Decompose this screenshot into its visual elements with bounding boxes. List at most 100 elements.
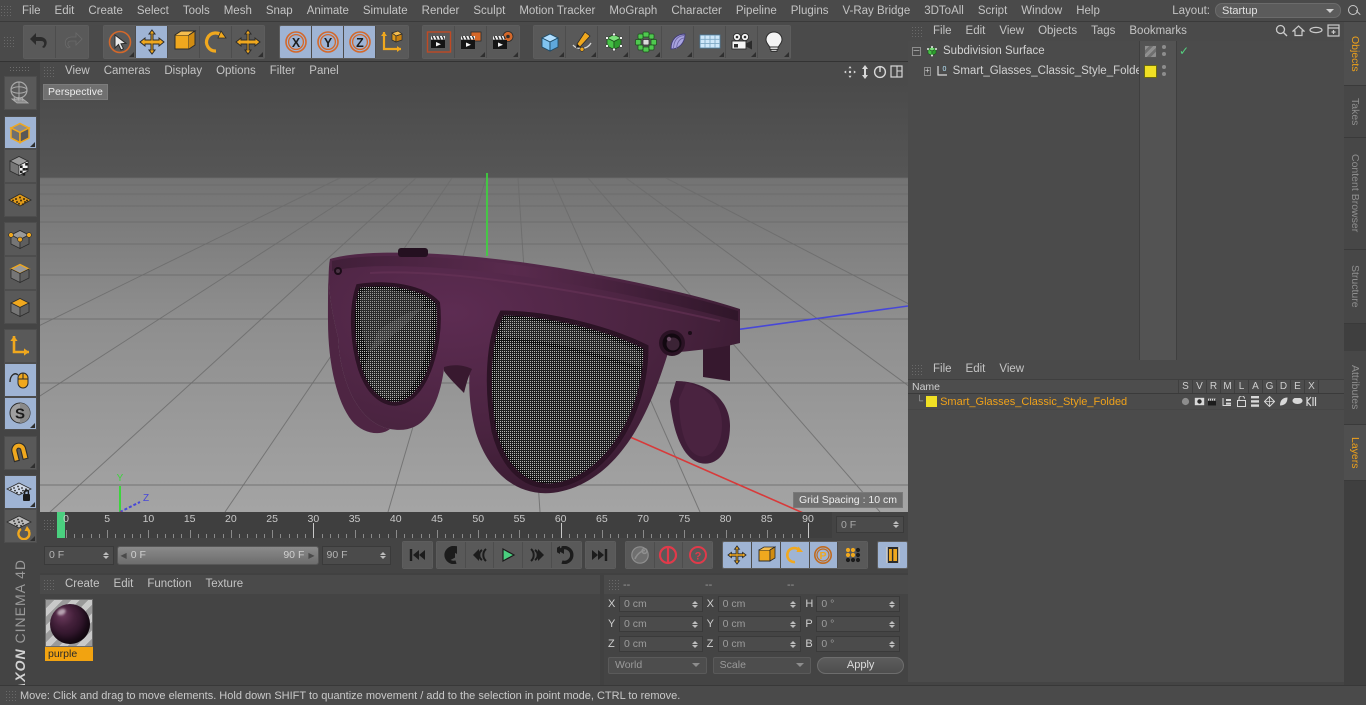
position-x-input[interactable]: 0 cm — [619, 596, 703, 612]
viewport-menu-panel[interactable]: Panel — [302, 62, 345, 81]
coordinates-grip[interactable] — [608, 579, 619, 590]
tab-takes[interactable]: Takes — [1344, 86, 1366, 138]
menu-pipeline[interactable]: Pipeline — [729, 0, 784, 22]
home-icon[interactable] — [1291, 24, 1306, 40]
menubar-grip[interactable] — [0, 5, 11, 16]
status-bar-grip[interactable] — [5, 690, 16, 701]
menu-plugins[interactable]: Plugins — [784, 0, 836, 22]
material-preview-swatch[interactable] — [45, 599, 93, 647]
go-to-start-button[interactable] — [403, 542, 432, 568]
phong-tag-icon[interactable] — [1144, 45, 1157, 58]
menu-animate[interactable]: Animate — [300, 0, 356, 22]
menu-tools[interactable]: Tools — [176, 0, 217, 22]
edges-mode-button[interactable] — [3, 256, 37, 290]
move-vertical-icon[interactable] — [860, 64, 870, 79]
menu-select[interactable]: Select — [130, 0, 176, 22]
scale-tool[interactable] — [168, 25, 200, 58]
spinner-icon[interactable] — [889, 620, 896, 628]
undo-button[interactable] — [24, 25, 56, 58]
layer-animation-toggle[interactable] — [1248, 396, 1262, 407]
layer-expression-toggle[interactable] — [1290, 397, 1304, 406]
spinner-icon[interactable] — [380, 551, 387, 559]
rotation-p-input[interactable]: 0 ° — [816, 616, 901, 632]
enable-axis-modification-button[interactable] — [3, 362, 37, 397]
lock-y-axis[interactable]: Y — [312, 25, 344, 58]
size-x-input[interactable]: 0 cm — [717, 596, 802, 612]
next-key-button[interactable] — [523, 542, 553, 568]
layer-manager-toggle[interactable] — [1220, 397, 1234, 407]
autokeying-button[interactable] — [654, 542, 684, 568]
layer-name-cell[interactable]: └ Smart_Glasses_Classic_Style_Folded — [908, 396, 1178, 408]
col-v[interactable]: V — [1192, 380, 1206, 393]
viewport-menu-filter[interactable]: Filter — [263, 62, 303, 81]
col-d[interactable]: D — [1276, 380, 1290, 393]
layer-lock-toggle[interactable] — [1234, 396, 1248, 407]
soft-selection-button[interactable]: S — [3, 396, 37, 431]
tab-objects[interactable]: Objects — [1344, 22, 1366, 86]
position-key-button[interactable] — [723, 542, 752, 568]
range-right-arrow-icon[interactable]: ▶ — [308, 551, 314, 560]
material-name[interactable]: purple — [45, 647, 93, 661]
viewport-menu-cameras[interactable]: Cameras — [97, 62, 158, 81]
menu-mesh[interactable]: Mesh — [217, 0, 259, 22]
ellipse-icon[interactable] — [1309, 25, 1323, 38]
render-to-picture-viewer-button[interactable] — [455, 25, 487, 58]
texture-mode-button[interactable] — [3, 149, 37, 184]
size-z-input[interactable]: 0 cm — [717, 636, 802, 652]
timeline-ruler[interactable]: 0 5 10 15 20 25 30 35 40 45 50 55 60 65 70 75 80 85 90 — [57, 512, 832, 538]
menu-character[interactable]: Character — [664, 0, 729, 22]
keyframe-selection-button[interactable]: ? — [683, 542, 713, 568]
point-level-animation-button[interactable] — [838, 542, 868, 568]
object-tree[interactable]: ─ Subdivision Surface + 0 Smart_Glasses_… — [908, 41, 1344, 360]
add-camera-button[interactable] — [726, 25, 758, 58]
add-generator-button[interactable] — [598, 25, 630, 58]
parameter-key-button[interactable]: P — [809, 542, 839, 568]
menu-3dtoall[interactable]: 3DToAll — [917, 0, 971, 22]
layer-name[interactable]: Smart_Glasses_Classic_Style_Folded — [940, 396, 1127, 408]
spinner-icon[interactable] — [102, 551, 109, 559]
render-settings-button[interactable] — [487, 25, 519, 58]
max-frame-input[interactable]: 90 F — [321, 545, 392, 565]
material-grip[interactable] — [43, 579, 54, 590]
model-mode-button[interactable] — [3, 115, 37, 150]
lock-z-axis[interactable]: Z — [344, 25, 376, 58]
snap-settings-button[interactable] — [3, 435, 37, 470]
om-menu-bookmarks[interactable]: Bookmarks — [1122, 22, 1194, 41]
spinner-icon[interactable] — [790, 600, 797, 608]
menu-mograph[interactable]: MoGraph — [602, 0, 664, 22]
lm-menu-file[interactable]: File — [926, 360, 959, 379]
layer-deformer-toggle[interactable] — [1276, 396, 1290, 407]
menu-file[interactable]: File — [15, 0, 48, 22]
add-cube-button[interactable] — [534, 25, 566, 58]
toolbar-grip[interactable] — [3, 36, 14, 47]
spinner-icon[interactable] — [790, 620, 797, 628]
col-r[interactable]: R — [1206, 380, 1220, 393]
om-menu-view[interactable]: View — [992, 22, 1031, 41]
visibility-dots[interactable] — [1162, 65, 1166, 76]
world-object-coords-button[interactable] — [376, 25, 408, 58]
col-g[interactable]: G — [1262, 380, 1276, 393]
live-selection-tool[interactable] — [104, 25, 136, 58]
menu-snap[interactable]: Snap — [259, 0, 300, 22]
material-tag-icon[interactable] — [1144, 65, 1157, 78]
rotation-h-input[interactable]: 0 ° — [816, 596, 901, 612]
spinner-icon[interactable] — [889, 640, 896, 648]
redo-button[interactable] — [56, 25, 88, 58]
add-environment-button[interactable] — [694, 25, 726, 58]
om-menu-objects[interactable]: Objects — [1031, 22, 1084, 41]
lm-menu-edit[interactable]: Edit — [959, 360, 993, 379]
play-reverse-button[interactable] — [436, 542, 466, 568]
apply-button[interactable]: Apply — [817, 656, 905, 674]
spinner-icon[interactable] — [889, 600, 896, 608]
menu-create[interactable]: Create — [81, 0, 130, 22]
timeline-current-frame-field[interactable]: 0 F — [836, 516, 904, 533]
position-z-input[interactable]: 0 cm — [619, 636, 703, 652]
menu-window[interactable]: Window — [1014, 0, 1069, 22]
go-to-end-button[interactable] — [585, 542, 615, 568]
tab-content-browser[interactable]: Content Browser — [1344, 138, 1366, 250]
object-row-smart-glasses[interactable]: + 0 Smart_Glasses_Classic_Style_Folded — [908, 61, 1148, 81]
expand-collapse-icon[interactable]: ─ — [912, 46, 921, 56]
lock-x-axis[interactable]: X — [280, 25, 312, 58]
tab-attributes[interactable]: Attributes — [1344, 351, 1366, 425]
layer-list-empty-area[interactable] — [908, 410, 1344, 682]
